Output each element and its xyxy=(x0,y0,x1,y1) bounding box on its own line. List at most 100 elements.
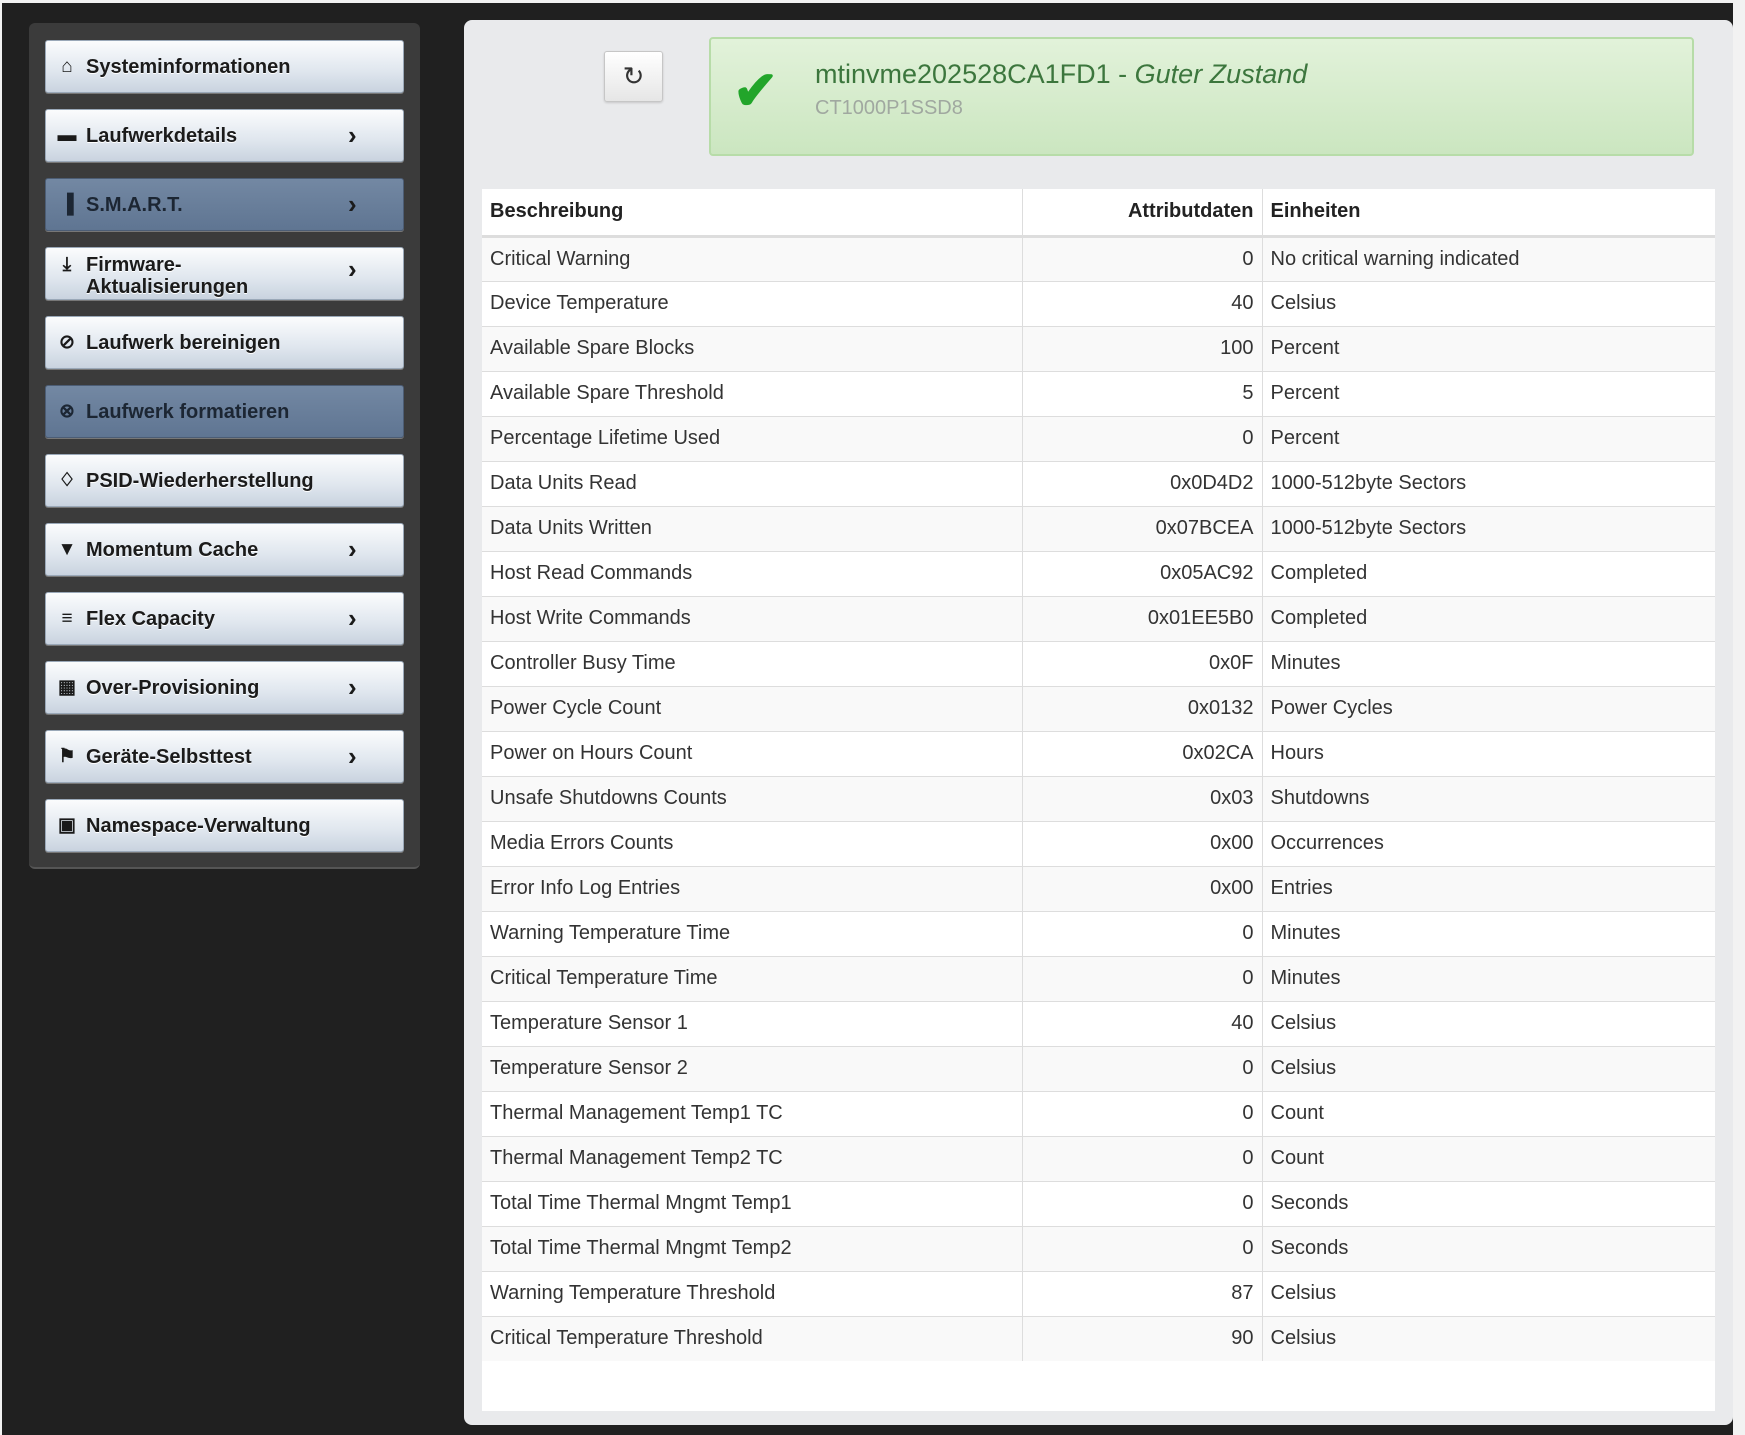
cell-attribute-data: 0x07BCEA xyxy=(1021,505,1262,551)
table-row: Critical Warning 0 No critical warning ind… xyxy=(482,235,1715,281)
table-row: Power on Hours Count 0x02CA Hours xyxy=(482,730,1715,776)
sidebar-item-firmware-aktualisierungen[interactable]: ⤓ Firmware- Aktualisierungen › xyxy=(45,247,404,300)
health-state: Guter Zustand xyxy=(1134,59,1308,89)
cell-units: Seconds xyxy=(1261,1225,1715,1271)
main-panel: ↻ ✔ mtinvme202528CA1FD1 - Guter Zustand … xyxy=(464,20,1733,1425)
flag-icon: ⚑ xyxy=(58,746,76,767)
cell-attribute-data: 0 xyxy=(1021,955,1262,1001)
cell-units: Celsius xyxy=(1261,1315,1715,1361)
table-row: Data Units Written 0x07BCEA 1000-512byte S… xyxy=(482,505,1715,551)
cell-attribute-data: 0x03 xyxy=(1021,775,1262,821)
table-row: Total Time Thermal Mngmt Temp2 0 Seconds xyxy=(482,1225,1715,1271)
cell-units: Hours xyxy=(1261,730,1715,776)
sidebar-item-label: Systeminformationen xyxy=(86,55,291,78)
cell-units: Minutes xyxy=(1261,640,1715,686)
cell-attribute-data: 0 xyxy=(1021,1180,1262,1226)
table-row: Error Info Log Entries 0x00 Entries xyxy=(482,865,1715,911)
cell-description: Power Cycle Count xyxy=(482,685,1022,731)
cell-attribute-data: 0 xyxy=(1021,415,1262,461)
cell-attribute-data: 0x00 xyxy=(1021,865,1262,911)
cell-description: Available Spare Threshold xyxy=(482,370,1022,416)
cell-description: Critical Warning xyxy=(482,235,1022,281)
cell-description: Thermal Management Temp1 TC xyxy=(482,1090,1022,1136)
drive-icon: ▬ xyxy=(57,124,77,146)
cell-units: Celsius xyxy=(1261,1000,1715,1046)
table-row: Controller Busy Time 0x0F Minutes xyxy=(482,640,1715,686)
cell-description: Media Errors Counts xyxy=(482,820,1022,866)
sidebar-item-flex-capacity[interactable]: ≡ Flex Capacity › xyxy=(45,592,404,645)
cell-units: Count xyxy=(1261,1135,1715,1181)
chevron-right-icon: › xyxy=(348,120,357,150)
table-row: Power Cycle Count 0x0132 Power Cycles xyxy=(482,685,1715,731)
sidebar-item-label: PSID-Wiederherstellung xyxy=(86,469,314,492)
cell-units: Minutes xyxy=(1261,910,1715,956)
cell-attribute-data: 0x05AC92 xyxy=(1021,550,1262,596)
circle-x-icon: ⊗ xyxy=(59,401,75,422)
sidebar-item-laufwerkdetails[interactable]: ▬ Laufwerkdetails › xyxy=(45,109,404,162)
home-icon: ⌂ xyxy=(61,55,73,77)
cell-description: Host Read Commands xyxy=(482,550,1022,596)
cell-description: Temperature Sensor 2 xyxy=(482,1045,1022,1091)
sidebar-item-laufwerk-bereinigen[interactable]: ⊘ Laufwerk bereinigen xyxy=(45,316,404,369)
table-row: Thermal Management Temp1 TC 0 Count xyxy=(482,1090,1715,1136)
table-row: Host Read Commands 0x05AC92 Completed xyxy=(482,550,1715,596)
cell-attribute-data: 40 xyxy=(1021,1000,1262,1046)
cell-description: Data Units Read xyxy=(482,460,1022,506)
cell-description: Warning Temperature Threshold xyxy=(482,1270,1022,1316)
cell-attribute-data: 0x01EE5B0 xyxy=(1021,595,1262,641)
bar-chart-icon: ▐ xyxy=(60,193,74,215)
cell-description: Critical Temperature Time xyxy=(482,955,1022,1001)
table-row: Data Units Read 0x0D4D2 1000-512byte Secto… xyxy=(482,460,1715,506)
smart-table: Beschreibung Attributdaten Einheiten Cri… xyxy=(482,189,1715,1411)
refresh-button[interactable]: ↻ xyxy=(604,51,663,102)
sidebar-item-s-m-a-r-t[interactable]: ▐ S.M.A.R.T. › xyxy=(45,178,404,231)
cell-description: Error Info Log Entries xyxy=(482,865,1022,911)
chevron-right-icon: › xyxy=(348,534,357,564)
cell-attribute-data: 100 xyxy=(1021,325,1262,371)
cell-units: Count xyxy=(1261,1090,1715,1136)
sidebar-item-label: Laufwerkdetails xyxy=(86,124,238,147)
sidebar-item-systeminformationen[interactable]: ⌂ Systeminformationen xyxy=(45,40,404,93)
cell-units: Completed xyxy=(1261,550,1715,596)
sidebar-item-namespace-verwaltung[interactable]: ▣ Namespace-Verwaltung xyxy=(45,799,404,852)
grid-icon: ▦ xyxy=(58,677,76,698)
cell-units: Seconds xyxy=(1261,1180,1715,1226)
chevron-right-icon: › xyxy=(348,672,357,702)
cell-attribute-data: 0x0132 xyxy=(1021,685,1262,731)
sidebar-item-laufwerk-formatieren[interactable]: ⊗ Laufwerk formatieren xyxy=(45,385,404,438)
cell-description: Total Time Thermal Mngmt Temp2 xyxy=(482,1225,1022,1271)
cell-attribute-data: 0x0D4D2 xyxy=(1021,460,1262,506)
cell-attribute-data: 90 xyxy=(1021,1315,1262,1361)
cell-units: No critical warning indicated xyxy=(1261,235,1715,281)
table-row: Total Time Thermal Mngmt Temp1 0 Seconds xyxy=(482,1180,1715,1226)
cell-units: 1000-512byte Sectors xyxy=(1261,505,1715,551)
table-row: Critical Temperature Time 0 Minutes xyxy=(482,955,1715,1001)
cell-description: Temperature Sensor 1 xyxy=(482,1000,1022,1046)
device-model: CT1000P1SSD8 xyxy=(815,97,963,119)
sidebar-item-geräte-selbsttest[interactable]: ⚑ Geräte-Selbsttest › xyxy=(45,730,404,783)
cell-attribute-data: 0 xyxy=(1021,910,1262,956)
cell-units: Percent xyxy=(1261,370,1715,416)
sidebar-item-label: S.M.A.R.T. xyxy=(86,193,183,216)
cell-units: Percent xyxy=(1261,325,1715,371)
table-row: Thermal Management Temp2 TC 0 Count xyxy=(482,1135,1715,1181)
cell-description: Device Temperature xyxy=(482,280,1022,326)
cell-units: Percent xyxy=(1261,415,1715,461)
cell-units: Power Cycles xyxy=(1261,685,1715,731)
checkmark-icon: ✔ xyxy=(733,61,779,121)
sidebar-item-momentum-cache[interactable]: ▼ Momentum Cache › xyxy=(45,523,404,576)
cell-units: Celsius xyxy=(1261,1270,1715,1316)
sidebar-item-psid-wiederherstellung[interactable]: ♢ PSID-Wiederherstellung xyxy=(45,454,404,507)
eye-slash-icon: ♢ xyxy=(58,470,76,491)
table-row: Warning Temperature Time 0 Minutes xyxy=(482,910,1715,956)
cell-attribute-data: 0 xyxy=(1021,235,1262,281)
cell-description: Percentage Lifetime Used xyxy=(482,415,1022,461)
table-row: Temperature Sensor 2 0 Celsius xyxy=(482,1045,1715,1091)
sidebar-item-over-provisioning[interactable]: ▦ Over-Provisioning › xyxy=(45,661,404,714)
table-row: Available Spare Blocks 100 Percent xyxy=(482,325,1715,371)
cell-description: Unsafe Shutdowns Counts xyxy=(482,775,1022,821)
cell-description: Host Write Commands xyxy=(482,595,1022,641)
device-status: mtinvme202528CA1FD1 - Guter Zustand xyxy=(815,59,1307,90)
sidebar-item-label: Momentum Cache xyxy=(86,538,259,561)
cell-units: Minutes xyxy=(1261,955,1715,1001)
